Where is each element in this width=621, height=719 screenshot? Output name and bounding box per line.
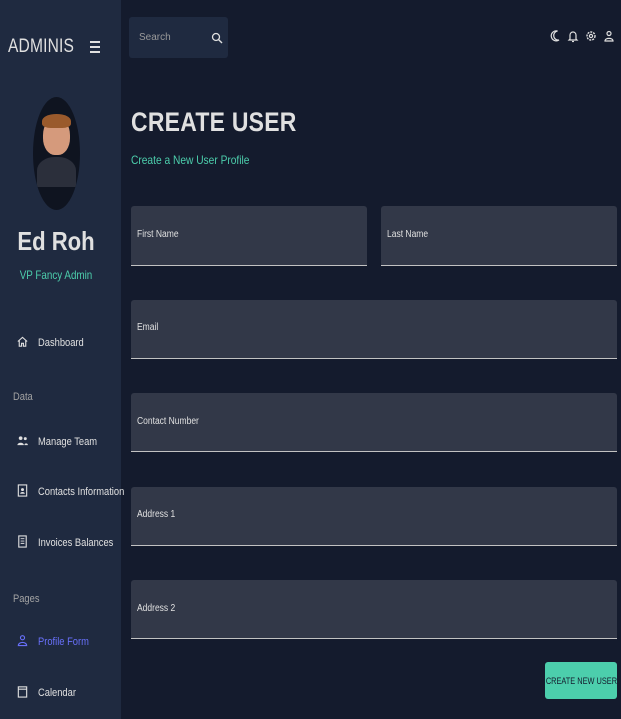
- profile-name: Ed Roh: [17, 226, 95, 256]
- brand-title: ADMINIS: [8, 36, 75, 57]
- profile-role: VP Fancy Admin: [19, 268, 93, 282]
- page-subtitle: Create a New User Profile: [131, 153, 250, 167]
- create-new-user-button[interactable]: CREATE NEW USER: [545, 662, 617, 699]
- home-icon: [16, 335, 29, 351]
- avatar: [33, 97, 80, 210]
- last-name-field[interactable]: Last Name: [381, 206, 617, 266]
- sidebar-item-label: Profile Form: [38, 636, 89, 648]
- sidebar-item-label: Contacts Information: [38, 486, 125, 498]
- first-name-label: First Name: [137, 229, 179, 240]
- sidebar-item-label: Dashboard: [38, 337, 84, 349]
- sidebar: ADMINIS Ed Roh VP Fancy Admin Dashboard …: [0, 0, 124, 719]
- receipt-icon: [16, 535, 29, 551]
- sidebar-item-dashboard[interactable]: Dashboard: [16, 335, 92, 351]
- search-box: [129, 17, 228, 58]
- topbar-icons: [549, 29, 615, 43]
- email-label: Email: [137, 322, 159, 333]
- search-icon[interactable]: [211, 31, 223, 44]
- sidebar-item-label: Manage Team: [38, 436, 98, 448]
- sidebar-item-calendar[interactable]: Calendar: [16, 685, 83, 701]
- section-label-pages: Pages: [13, 593, 40, 605]
- settings-icon[interactable]: [585, 29, 597, 43]
- email-field[interactable]: Email: [131, 300, 617, 359]
- last-name-label: Last Name: [387, 229, 429, 240]
- sidebar-item-profile-form[interactable]: Profile Form: [16, 634, 98, 650]
- people-icon: [16, 434, 29, 450]
- user-icon[interactable]: [603, 29, 615, 43]
- sidebar-item-invoices[interactable]: Invoices Balances: [16, 535, 127, 551]
- contact-number-label: Contact Number: [137, 416, 199, 427]
- contacts-icon: [16, 484, 29, 500]
- search-input[interactable]: [137, 31, 211, 44]
- person-icon: [16, 634, 29, 650]
- address2-field[interactable]: Address 2: [131, 580, 617, 639]
- first-name-field[interactable]: First Name: [131, 206, 367, 266]
- calendar-icon: [16, 685, 29, 701]
- sidebar-item-label: Invoices Balances: [38, 537, 114, 549]
- page-title: CREATE USER: [131, 107, 297, 137]
- address1-field[interactable]: Address 1: [131, 487, 617, 546]
- address1-label: Address 1: [137, 509, 176, 520]
- sidebar-item-label: Calendar: [38, 687, 76, 699]
- sidebar-item-contacts[interactable]: Contacts Information: [16, 484, 140, 500]
- menu-toggle-icon[interactable]: [90, 41, 100, 53]
- contact-number-field[interactable]: Contact Number: [131, 393, 617, 452]
- create-new-user-label: CREATE NEW USER: [545, 675, 617, 686]
- section-label-data: Data: [13, 391, 33, 403]
- notifications-icon[interactable]: [567, 29, 579, 43]
- address2-label: Address 2: [137, 603, 176, 614]
- dark-mode-icon[interactable]: [549, 29, 561, 43]
- sidebar-item-manage-team[interactable]: Manage Team: [16, 434, 108, 450]
